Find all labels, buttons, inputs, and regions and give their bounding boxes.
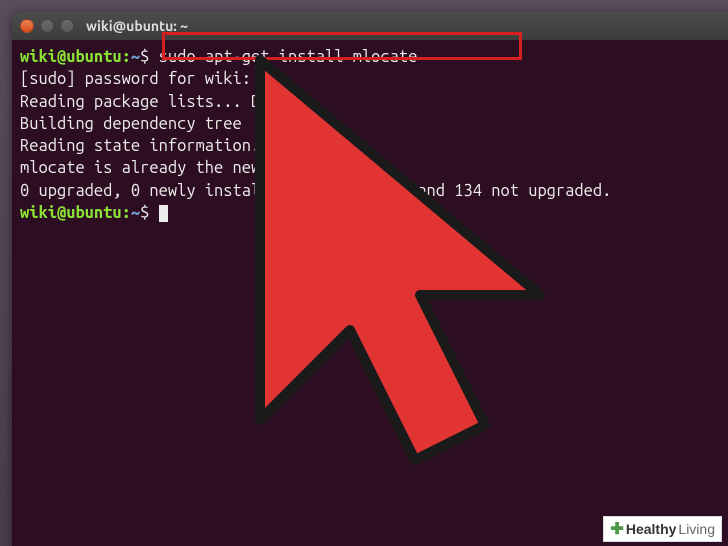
prompt-symbol-2: $ (140, 204, 149, 222)
prompt-colon: : (122, 48, 131, 66)
output-line-6: 0 upgraded, 0 newly installed, 0 to remo… (20, 182, 611, 200)
window-title: wiki@ubuntu: ~ (86, 18, 188, 34)
output-line-1: [sudo] password for wiki: (20, 70, 251, 88)
prompt-symbol: $ (140, 48, 149, 66)
terminal-window: wiki@ubuntu: ~ wiki@ubuntu:~$ sudo apt-g… (12, 12, 728, 546)
close-icon[interactable] (20, 19, 34, 33)
prompt-path: ~ (131, 48, 140, 66)
window-titlebar[interactable]: wiki@ubuntu: ~ (12, 12, 728, 40)
output-line-5: mlocate is already the newest version. (20, 159, 371, 177)
output-line-2: Reading package lists... Done (20, 93, 288, 111)
watermark-brand-1: Healthy (626, 521, 677, 537)
command-text: sudo apt-get install mlocate (159, 48, 418, 66)
prompt-colon-2: : (122, 204, 131, 222)
output-line-3: Building dependency tree (20, 115, 242, 133)
plus-icon: ✚ (610, 519, 623, 539)
watermark-brand-2: Living (678, 521, 715, 537)
watermark: ✚ HealthyLiving (603, 516, 722, 542)
cursor-icon (159, 205, 168, 222)
terminal-output[interactable]: wiki@ubuntu:~$ sudo apt-get install mloc… (12, 40, 728, 230)
minimize-icon[interactable] (40, 19, 54, 33)
prompt-user-host: wiki@ubuntu (20, 48, 122, 66)
prompt-path-2: ~ (131, 204, 140, 222)
prompt-user-host-2: wiki@ubuntu (20, 204, 122, 222)
maximize-icon[interactable] (60, 19, 74, 33)
output-line-4: Reading state information... Done (20, 137, 325, 155)
